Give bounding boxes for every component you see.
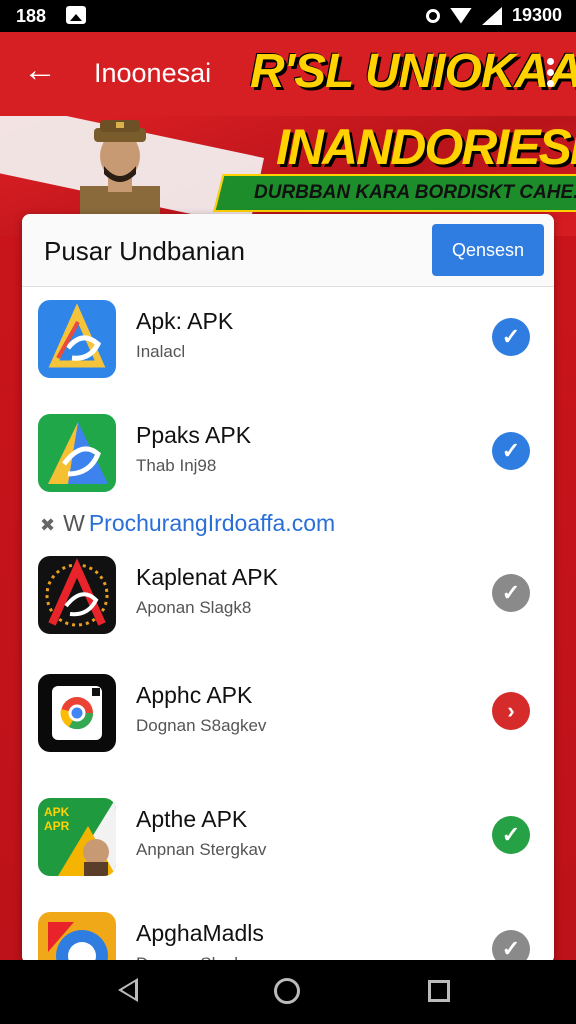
app-list-card: Pusar Undbanian Qensesn Apk: APK Inalacl… — [22, 214, 554, 964]
more-options-icon[interactable] — [544, 58, 556, 92]
close-small-icon[interactable]: ✖ — [40, 515, 55, 535]
status-time: 188 — [16, 6, 47, 26]
nav-recent-apps-icon[interactable] — [428, 980, 450, 1002]
banner-headline: INANDORIESIA — [276, 119, 576, 175]
website-url[interactable]: ProchurangIrdoaffa.com — [89, 510, 335, 536]
apphc-app-icon — [38, 674, 116, 752]
status-bar: 188 19300 — [0, 0, 576, 32]
app-subtitle: Dognan S8agkev — [136, 716, 267, 735]
list-item[interactable]: APK APR Apthe APK Anpnan Stergkav ✓ — [22, 798, 554, 908]
app-bar: ← Inoonesai R'SL UNIOKAA — [0, 32, 576, 116]
banner-tagline-ribbon: DURBBAN KARA BORDISKT CAHE...! — [213, 174, 576, 212]
card-title: Pusar Undbanian — [44, 236, 245, 266]
system-nav-bar — [0, 960, 576, 1024]
card-header: Pusar Undbanian Qensesn — [22, 214, 554, 287]
check-icon[interactable]: ✓ — [492, 432, 530, 470]
check-icon[interactable]: ✓ — [492, 318, 530, 356]
app-name: Kaplenat APK — [136, 564, 278, 590]
kaplenat-app-icon — [38, 556, 116, 634]
nav-home-icon[interactable] — [274, 978, 300, 1004]
header-action-button[interactable]: Qensesn — [432, 224, 544, 276]
check-icon[interactable]: ✓ — [492, 930, 530, 964]
app-subtitle: Anpnan Stergkav — [136, 840, 267, 859]
app-bar-title: Inoonesai — [94, 58, 212, 88]
apthe-app-icon: APK APR — [38, 798, 116, 876]
alarm-icon — [425, 8, 440, 23]
apghamadls-app-icon — [38, 912, 116, 964]
nav-back-icon[interactable] — [118, 978, 138, 1002]
svg-text:APR: APR — [44, 819, 70, 833]
check-icon[interactable]: ✓ — [492, 816, 530, 854]
app-subtitle: Inalacl — [136, 342, 186, 361]
check-icon[interactable]: ✓ — [492, 574, 530, 612]
svg-text:APK: APK — [44, 805, 70, 819]
back-arrow-icon[interactable]: ← — [22, 52, 58, 88]
list-item[interactable]: Apk: APK Inalacl ✓ — [22, 300, 554, 410]
app-subtitle: Thab Inj98 — [136, 456, 217, 475]
image-notification-icon — [66, 6, 86, 24]
app-name: Ppaks APK — [136, 422, 252, 448]
status-clock: 19300 — [511, 5, 562, 25]
app-name: Apthe APK — [136, 806, 248, 832]
list-item[interactable]: Kaplenat APK Aponan Slagk8 ✓ — [22, 556, 554, 666]
list-item[interactable]: Ppaks APK Thab Inj98 ✓ — [22, 414, 554, 524]
url-prefix: W — [63, 510, 85, 536]
apk-app-icon — [38, 300, 116, 378]
app-subtitle: Aponan Slagk8 — [136, 598, 252, 617]
app-name: Apk: APK — [136, 308, 234, 334]
ppaks-app-icon — [38, 414, 116, 492]
banner-tagline: DURBBAN KARA BORDISKT CAHE...! — [254, 182, 576, 203]
brand-title: R'SL UNIOKAA — [250, 45, 576, 98]
signal-icon — [481, 6, 502, 25]
app-name: Apphc APK — [136, 682, 253, 708]
error-icon[interactable]: › — [492, 692, 530, 730]
website-link[interactable]: ✖ W ProchurangIrdoaffa.com — [40, 510, 335, 537]
list-item[interactable]: Apphc APK Dognan S8agkev › — [22, 674, 554, 784]
app-name: ApghaMadls — [136, 920, 264, 946]
wifi-icon — [449, 7, 472, 24]
list-item[interactable]: ApghaMadls Dognan Slagkev ✓ — [22, 912, 554, 964]
